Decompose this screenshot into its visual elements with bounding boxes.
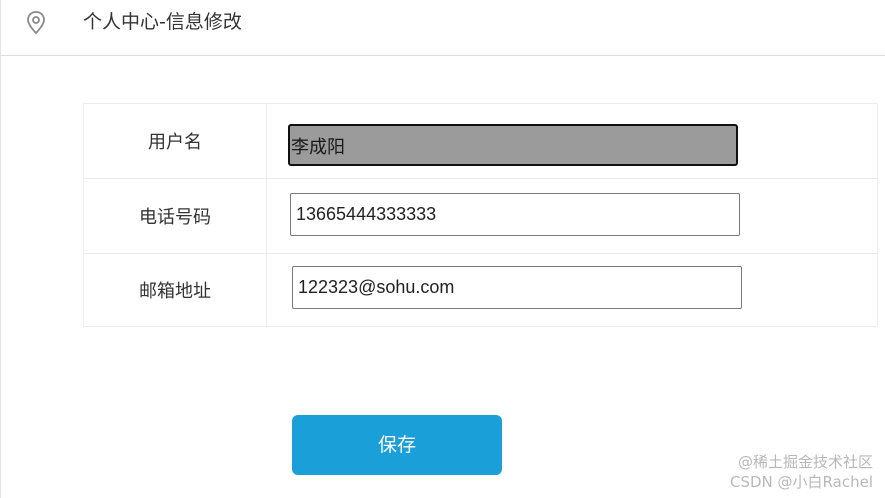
profile-form: 用户名 李成阳 电话号码 13665444333333 邮箱地址 122323@… xyxy=(83,103,878,327)
watermark-line-1: @稀土掘金技术社区 xyxy=(737,453,873,471)
username-label: 用户名 xyxy=(83,103,267,179)
page-title: 个人中心-信息修改 xyxy=(83,11,242,33)
watermark-line-2: CSDN @小白Rachel xyxy=(730,473,873,491)
save-button[interactable]: 保存 xyxy=(292,415,502,475)
form-row-phone: 电话号码 13665444333333 xyxy=(83,178,878,254)
location-pin-icon xyxy=(25,10,47,36)
phone-field[interactable]: 13665444333333 xyxy=(290,193,740,236)
form-row-email: 邮箱地址 122323@sohu.com xyxy=(83,253,878,327)
username-field[interactable]: 李成阳 xyxy=(288,124,738,166)
email-field[interactable]: 122323@sohu.com xyxy=(292,266,742,309)
form-row-username: 用户名 李成阳 xyxy=(83,103,878,179)
phone-label: 电话号码 xyxy=(83,178,267,254)
email-label: 邮箱地址 xyxy=(83,253,267,327)
watermark: @稀土掘金技术社区 CSDN @小白Rachel xyxy=(730,452,873,492)
page-header: 个人中心-信息修改 xyxy=(1,0,885,56)
page-frame: 个人中心-信息修改 用户名 李成阳 电话号码 13665444333333 邮箱… xyxy=(0,0,885,498)
